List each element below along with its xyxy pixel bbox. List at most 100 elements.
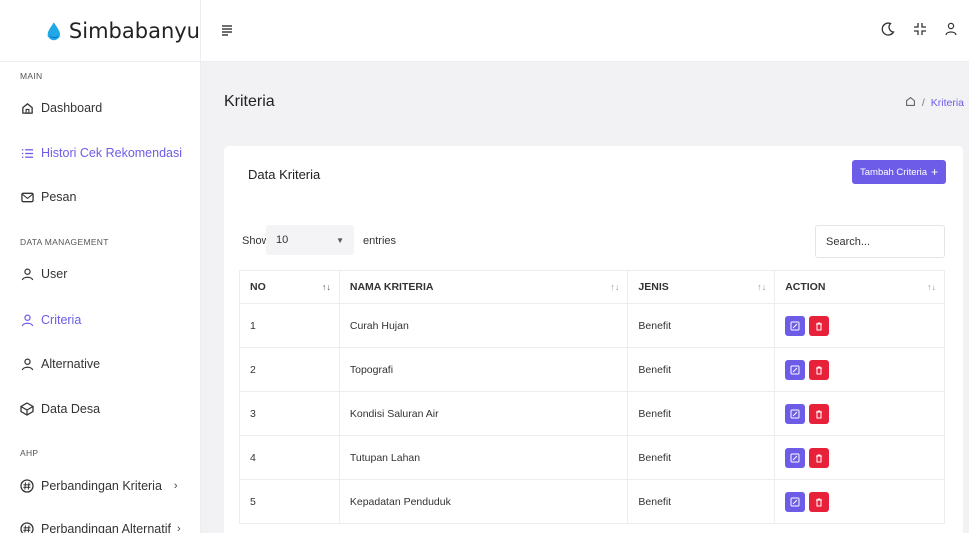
cell-jenis: Benefit bbox=[627, 391, 776, 436]
sidebar-item-criteria[interactable]: Criteria bbox=[20, 310, 81, 330]
user-profile-icon[interactable] bbox=[945, 22, 959, 36]
edit-icon bbox=[790, 497, 800, 506]
breadcrumb-separator: / bbox=[921, 97, 925, 109]
sidebar-item-perbandingan-kriteria[interactable]: Perbandingan Kriteria › bbox=[20, 476, 178, 496]
page-title: Kriteria bbox=[224, 93, 275, 110]
trash-icon bbox=[816, 498, 823, 506]
data-kriteria-card: Data Kriteria Tambah Criteria + Show 10 … bbox=[224, 146, 963, 533]
cell-nama: Kepadatan Penduduk bbox=[338, 479, 629, 524]
edit-button[interactable] bbox=[785, 403, 806, 424]
sort-icon: ↑↓ bbox=[757, 282, 767, 292]
cell-action bbox=[774, 479, 945, 524]
entries-label: entries bbox=[363, 235, 397, 247]
cell-no: 5 bbox=[239, 479, 340, 524]
breadcrumb: / Kriteria bbox=[905, 96, 964, 110]
sidebar-item-dashboard[interactable]: Dashboard bbox=[20, 98, 102, 118]
caret-down-icon: ▼ bbox=[336, 235, 344, 245]
menu-toggle-icon[interactable] bbox=[221, 24, 235, 38]
sidebar-item-label: Perbandingan Alternatif bbox=[41, 522, 171, 533]
sidebar: Simbabanyu MAIN Dashboard Histori Cek Re… bbox=[0, 0, 201, 533]
breadcrumb-current: Kriteria bbox=[930, 97, 964, 109]
fullscreen-exit-icon[interactable] bbox=[913, 22, 927, 36]
edit-icon bbox=[790, 409, 800, 418]
cell-nama: Topografi bbox=[338, 347, 629, 392]
home-icon[interactable] bbox=[905, 96, 916, 110]
water-drop-logo-icon bbox=[46, 21, 64, 40]
sidebar-item-label: Criteria bbox=[41, 313, 82, 327]
sidebar-item-label: Data Desa bbox=[41, 402, 101, 416]
table-row: 2 Topografi Benefit bbox=[239, 347, 945, 392]
trash-icon bbox=[816, 366, 823, 374]
sidebar-item-label: Perbandingan Kriteria bbox=[41, 479, 162, 493]
sidebar-item-user[interactable]: User bbox=[20, 264, 67, 284]
sort-icon: ↑↓ bbox=[610, 282, 620, 292]
cell-nama: Tutupan Lahan bbox=[338, 435, 629, 480]
edit-icon bbox=[790, 321, 800, 330]
column-header-jenis[interactable]: JENIS ↑↓ bbox=[627, 270, 776, 304]
table-row: 3 Kondisi Saluran Air Benefit bbox=[239, 391, 945, 436]
sidebar-item-alternative[interactable]: Alternative bbox=[20, 354, 100, 374]
plus-icon: + bbox=[931, 165, 939, 179]
delete-button[interactable] bbox=[809, 447, 830, 468]
delete-button[interactable] bbox=[809, 403, 830, 424]
home-icon bbox=[20, 101, 34, 115]
sidebar-item-pesan[interactable]: Pesan bbox=[20, 187, 76, 207]
cell-nama: Kondisi Saluran Air bbox=[338, 391, 629, 436]
sidebar-item-perbandingan-alternatif[interactable]: Perbandingan Alternatif › bbox=[20, 519, 181, 533]
sidebar-item-data-desa[interactable]: Data Desa bbox=[20, 399, 100, 419]
kriteria-table: NO ↑↓ NAMA KRITERIA ↑↓ JENIS ↑↓ ACTION ↑↓ 1 … bbox=[239, 270, 945, 524]
sidebar-item-label: Histori Cek Rekomendasi bbox=[41, 146, 183, 160]
delete-button[interactable] bbox=[809, 359, 830, 380]
hash-icon bbox=[20, 522, 34, 533]
sidebar-item-histori[interactable]: Histori Cek Rekomendasi bbox=[20, 143, 182, 163]
logo[interactable]: Simbabanyu bbox=[0, 0, 200, 62]
sort-icon: ↑↓ bbox=[927, 282, 936, 292]
card-title: Data Kriteria bbox=[248, 167, 321, 182]
topbar-actions bbox=[881, 22, 959, 36]
add-button-label: Tambah Criteria bbox=[860, 166, 928, 178]
cell-action bbox=[774, 391, 945, 436]
delete-button[interactable] bbox=[809, 315, 830, 336]
delete-button[interactable] bbox=[809, 491, 830, 512]
search-input[interactable] bbox=[815, 225, 945, 258]
chevron-right-icon: › bbox=[176, 523, 181, 533]
column-header-no[interactable]: NO ↑↓ bbox=[239, 270, 340, 304]
user-icon bbox=[20, 357, 34, 371]
sidebar-item-label: User bbox=[41, 267, 68, 281]
trash-icon bbox=[816, 410, 823, 418]
moon-icon[interactable] bbox=[881, 22, 895, 36]
cell-no: 1 bbox=[239, 303, 340, 348]
table-row: 4 Tutupan Lahan Benefit bbox=[239, 435, 945, 480]
table-header-row: NO ↑↓ NAMA KRITERIA ↑↓ JENIS ↑↓ ACTION ↑↓ bbox=[239, 270, 945, 304]
edit-icon bbox=[790, 365, 800, 374]
add-criteria-button[interactable]: Tambah Criteria + bbox=[852, 160, 947, 184]
table-row: 5 Kepadatan Penduduk Benefit bbox=[239, 479, 945, 524]
cell-jenis: Benefit bbox=[627, 303, 776, 348]
trash-icon bbox=[816, 322, 823, 330]
edit-button[interactable] bbox=[785, 359, 806, 380]
cell-jenis: Benefit bbox=[627, 435, 776, 480]
table-row: 1 Curah Hujan Benefit bbox=[239, 303, 945, 348]
cell-jenis: Benefit bbox=[627, 347, 776, 392]
cell-action bbox=[774, 435, 945, 480]
cell-nama: Curah Hujan bbox=[338, 303, 629, 348]
list-icon bbox=[20, 146, 34, 160]
hash-icon bbox=[20, 479, 34, 493]
column-header-nama-kriteria[interactable]: NAMA KRITERIA ↑↓ bbox=[338, 270, 629, 304]
trash-icon bbox=[816, 454, 823, 462]
entries-value: 10 bbox=[276, 234, 289, 246]
cell-jenis: Benefit bbox=[627, 479, 776, 524]
entries-select[interactable]: 10 ▼ bbox=[266, 225, 354, 255]
edit-button[interactable] bbox=[785, 491, 806, 512]
edit-button[interactable] bbox=[785, 315, 806, 336]
section-label-data-management: DATA MANAGEMENT bbox=[20, 237, 109, 247]
cell-no: 3 bbox=[239, 391, 340, 436]
box-icon bbox=[20, 402, 34, 416]
section-label-main: MAIN bbox=[20, 71, 43, 81]
cell-no: 4 bbox=[239, 435, 340, 480]
column-header-action[interactable]: ACTION ↑↓ bbox=[774, 270, 945, 304]
edit-button[interactable] bbox=[785, 447, 806, 468]
sidebar-item-label: Pesan bbox=[41, 190, 77, 204]
sort-icon: ↑↓ bbox=[321, 282, 331, 292]
section-label-ahp: AHP bbox=[20, 448, 39, 458]
